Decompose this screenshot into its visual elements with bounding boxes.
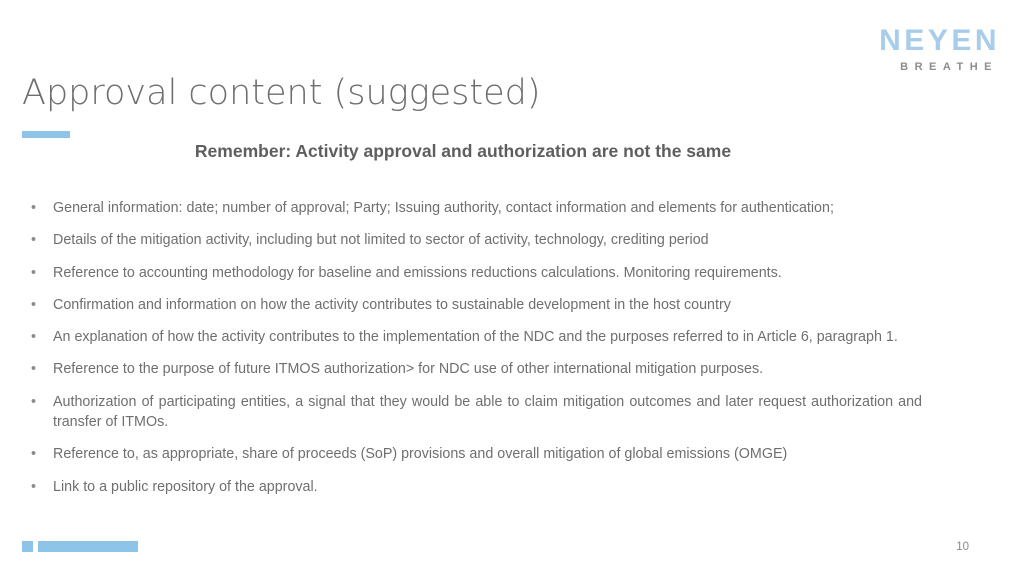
footer-accent-square bbox=[22, 541, 33, 552]
list-item-text: Authorization of participating entities,… bbox=[53, 393, 922, 431]
list-item: • Details of the mitigation activity, in… bbox=[22, 230, 922, 250]
page-number: 10 bbox=[956, 541, 969, 553]
bullet-point-icon: • bbox=[31, 478, 37, 495]
bullet-list: • General information: date; number of a… bbox=[22, 198, 922, 509]
slide-subtitle: Remember: Activity approval and authoriz… bbox=[194, 141, 732, 161]
list-item-text: General information: date; number of app… bbox=[53, 200, 834, 216]
bullet-point-icon: • bbox=[31, 296, 37, 313]
list-item: • An explanation of how the activity con… bbox=[22, 327, 922, 347]
list-item-text: Reference to accounting methodology for … bbox=[53, 264, 782, 281]
list-item-text: Details of the mitigation activity, incl… bbox=[53, 232, 709, 249]
logo-wordmark: NEYEN bbox=[879, 24, 1000, 57]
presentation-slide: NEYEN BREATHE Approval content (suggeste… bbox=[0, 0, 1024, 576]
bullet-point-icon: • bbox=[31, 393, 37, 410]
list-item-text: Link to a public repository of the appro… bbox=[53, 478, 318, 495]
bullet-point-icon: • bbox=[31, 232, 37, 249]
list-item: • Reference to the purpose of future ITM… bbox=[22, 359, 922, 379]
list-item: • Confirmation and information on how th… bbox=[22, 295, 922, 315]
list-item: • Reference to accounting methodology fo… bbox=[22, 263, 922, 283]
footer-accent-bar bbox=[38, 541, 138, 552]
bullet-point-icon: • bbox=[31, 446, 37, 463]
list-item-text: Reference to, as appropriate, share of p… bbox=[53, 446, 788, 463]
list-item-text: Reference to the purpose of future ITMOS… bbox=[53, 361, 764, 378]
bullet-point-icon: • bbox=[31, 264, 37, 281]
bullet-point-icon: • bbox=[31, 200, 37, 216]
title-accent-bar bbox=[22, 131, 70, 138]
list-item: • Reference to, as appropriate, share of… bbox=[22, 444, 922, 464]
list-item-text: An explanation of how the activity contr… bbox=[53, 329, 898, 346]
page-title: Approval content (suggested) bbox=[22, 73, 541, 113]
list-item: • General information: date; number of a… bbox=[22, 198, 922, 218]
list-item: • Authorization of participating entitie… bbox=[22, 392, 922, 433]
bullet-point-icon: • bbox=[31, 329, 37, 346]
brand-logo: NEYEN BREATHE bbox=[879, 26, 1000, 73]
logo-tagline: BREATHE bbox=[900, 61, 998, 73]
bullet-point-icon: • bbox=[31, 361, 37, 378]
list-item-text: Confirmation and information on how the … bbox=[53, 296, 731, 313]
list-item: • Link to a public repository of the app… bbox=[22, 477, 922, 497]
